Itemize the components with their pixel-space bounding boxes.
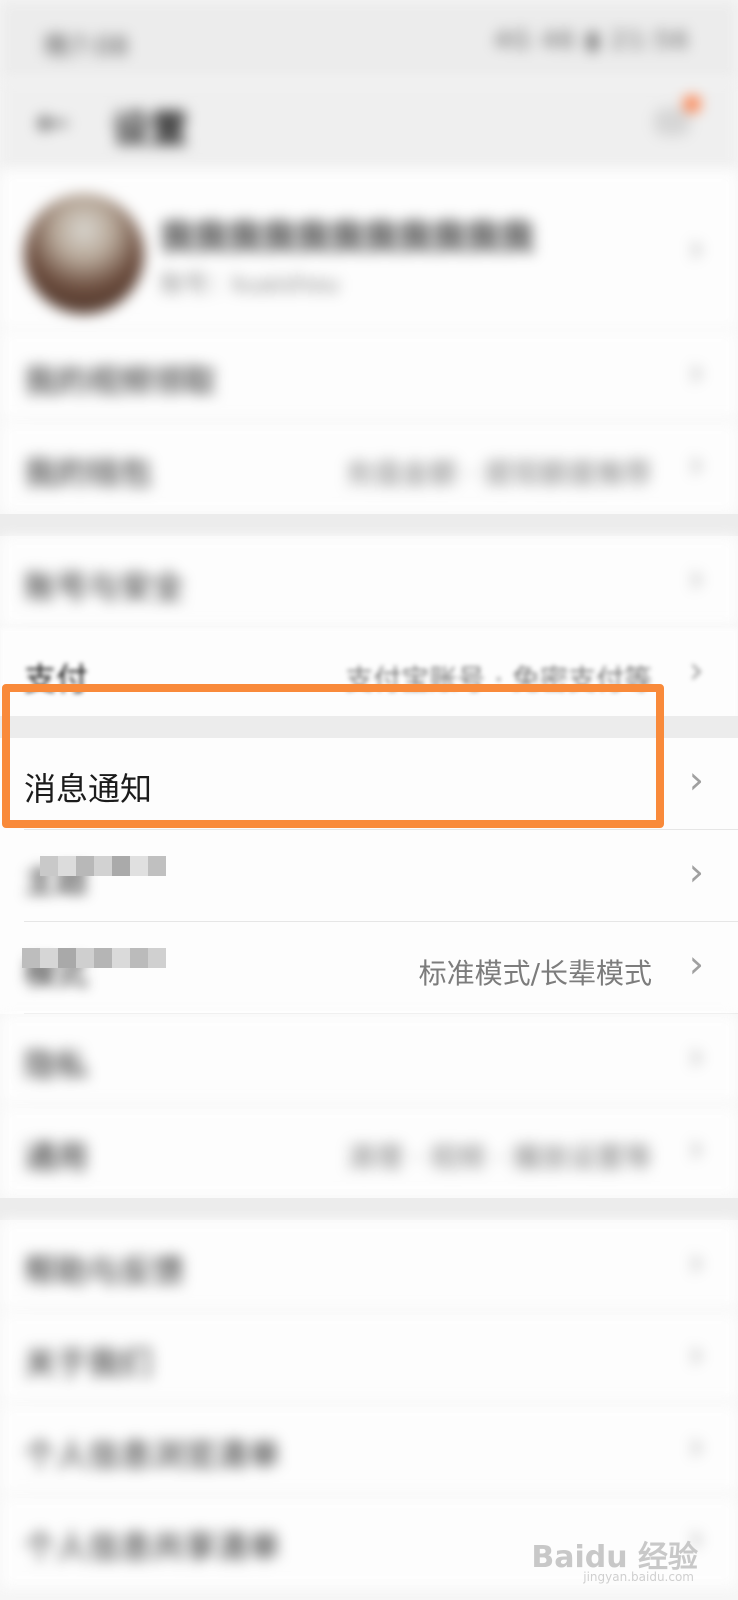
setting-row-theme[interactable]: 主题 ›	[0, 830, 738, 922]
setting-value: 充值金额 · 提现额度推荐	[345, 457, 652, 490]
chevron-right-icon: ›	[688, 648, 704, 692]
profile-nickname: 我我我我我我我我我我我	[160, 218, 534, 258]
chevron-right-icon: ›	[688, 442, 704, 486]
setting-label: 个人信息浏览清单	[24, 1436, 281, 1474]
setting-label: 我的钱包	[24, 454, 153, 492]
message-icon[interactable]	[654, 96, 700, 136]
setting-row-video-benefits[interactable]: 我的视频领取 ›	[0, 330, 738, 422]
chevron-right-icon: ›	[688, 226, 704, 270]
chevron-right-icon: ›	[688, 1126, 704, 1170]
redacted-pixels	[40, 856, 166, 896]
profile-account: 账号：kuaishou	[160, 270, 340, 298]
chevron-right-icon: ›	[688, 1240, 704, 1284]
chevron-right-icon: ›	[688, 1034, 704, 1078]
setting-row-about[interactable]: 关于我们 ›	[0, 1312, 738, 1404]
setting-value: 标准模式/长辈模式	[418, 957, 652, 990]
avatar	[24, 194, 144, 314]
setting-row-wallet[interactable]: 我的钱包 充值金额 · 提现额度推荐 ›	[0, 422, 738, 514]
header-bar: ← 设置	[0, 80, 738, 170]
redacted-pixels	[22, 948, 166, 988]
profile-card[interactable]: 我我我我我我我我我我我 账号：kuaishou ›	[0, 170, 738, 330]
chevron-right-icon: ›	[688, 1424, 704, 1468]
setting-row-account-security[interactable]: 账号与安全 ›	[0, 536, 738, 628]
chevron-right-icon: ›	[688, 556, 704, 600]
section-gap	[0, 514, 738, 536]
status-bar: 晚7:08 4G 46 ▮ 21:56	[0, 0, 738, 80]
setting-label: 账号与安全	[24, 568, 185, 606]
chevron-right-icon: ›	[688, 1332, 704, 1376]
chevron-right-icon: ›	[688, 850, 704, 894]
notification-badge	[684, 96, 700, 112]
chevron-right-icon: ›	[688, 350, 704, 394]
setting-row-general[interactable]: 通用 清理 · 视频 · 播放设置等 ›	[0, 1106, 738, 1198]
status-icons: 4G 46 ▮ 21:56	[494, 26, 690, 54]
setting-label: 通用	[24, 1138, 89, 1176]
setting-row-help-feedback[interactable]: 帮助与反馈 ›	[0, 1220, 738, 1312]
setting-row-personal-info-list[interactable]: 个人信息浏览清单 ›	[0, 1404, 738, 1496]
setting-label: 我的视频领取	[24, 362, 217, 400]
setting-label: 隐私	[24, 1046, 89, 1084]
chevron-right-icon: ›	[688, 942, 704, 986]
baidu-watermark: Baidu 经验 jingyan.baidu.com	[531, 1532, 698, 1584]
setting-value: 清理 · 视频 · 播放设置等	[346, 1141, 652, 1174]
setting-label: 个人信息共享清单	[24, 1528, 281, 1566]
back-arrow-icon[interactable]: ←	[36, 100, 70, 146]
setting-label: 帮助与反馈	[24, 1252, 185, 1290]
status-time: 晚7:08	[44, 32, 129, 62]
setting-label: 关于我们	[24, 1344, 153, 1382]
setting-row-mode[interactable]: 模式 标准模式/长辈模式 ›	[0, 922, 738, 1014]
highlight-box	[2, 684, 664, 828]
setting-row-privacy[interactable]: 隐私 ›	[0, 1014, 738, 1106]
page-title: 设置	[112, 107, 189, 151]
section-gap	[0, 1198, 738, 1220]
chevron-right-icon: ›	[688, 758, 704, 802]
watermark-url: jingyan.baidu.com	[583, 1570, 694, 1584]
